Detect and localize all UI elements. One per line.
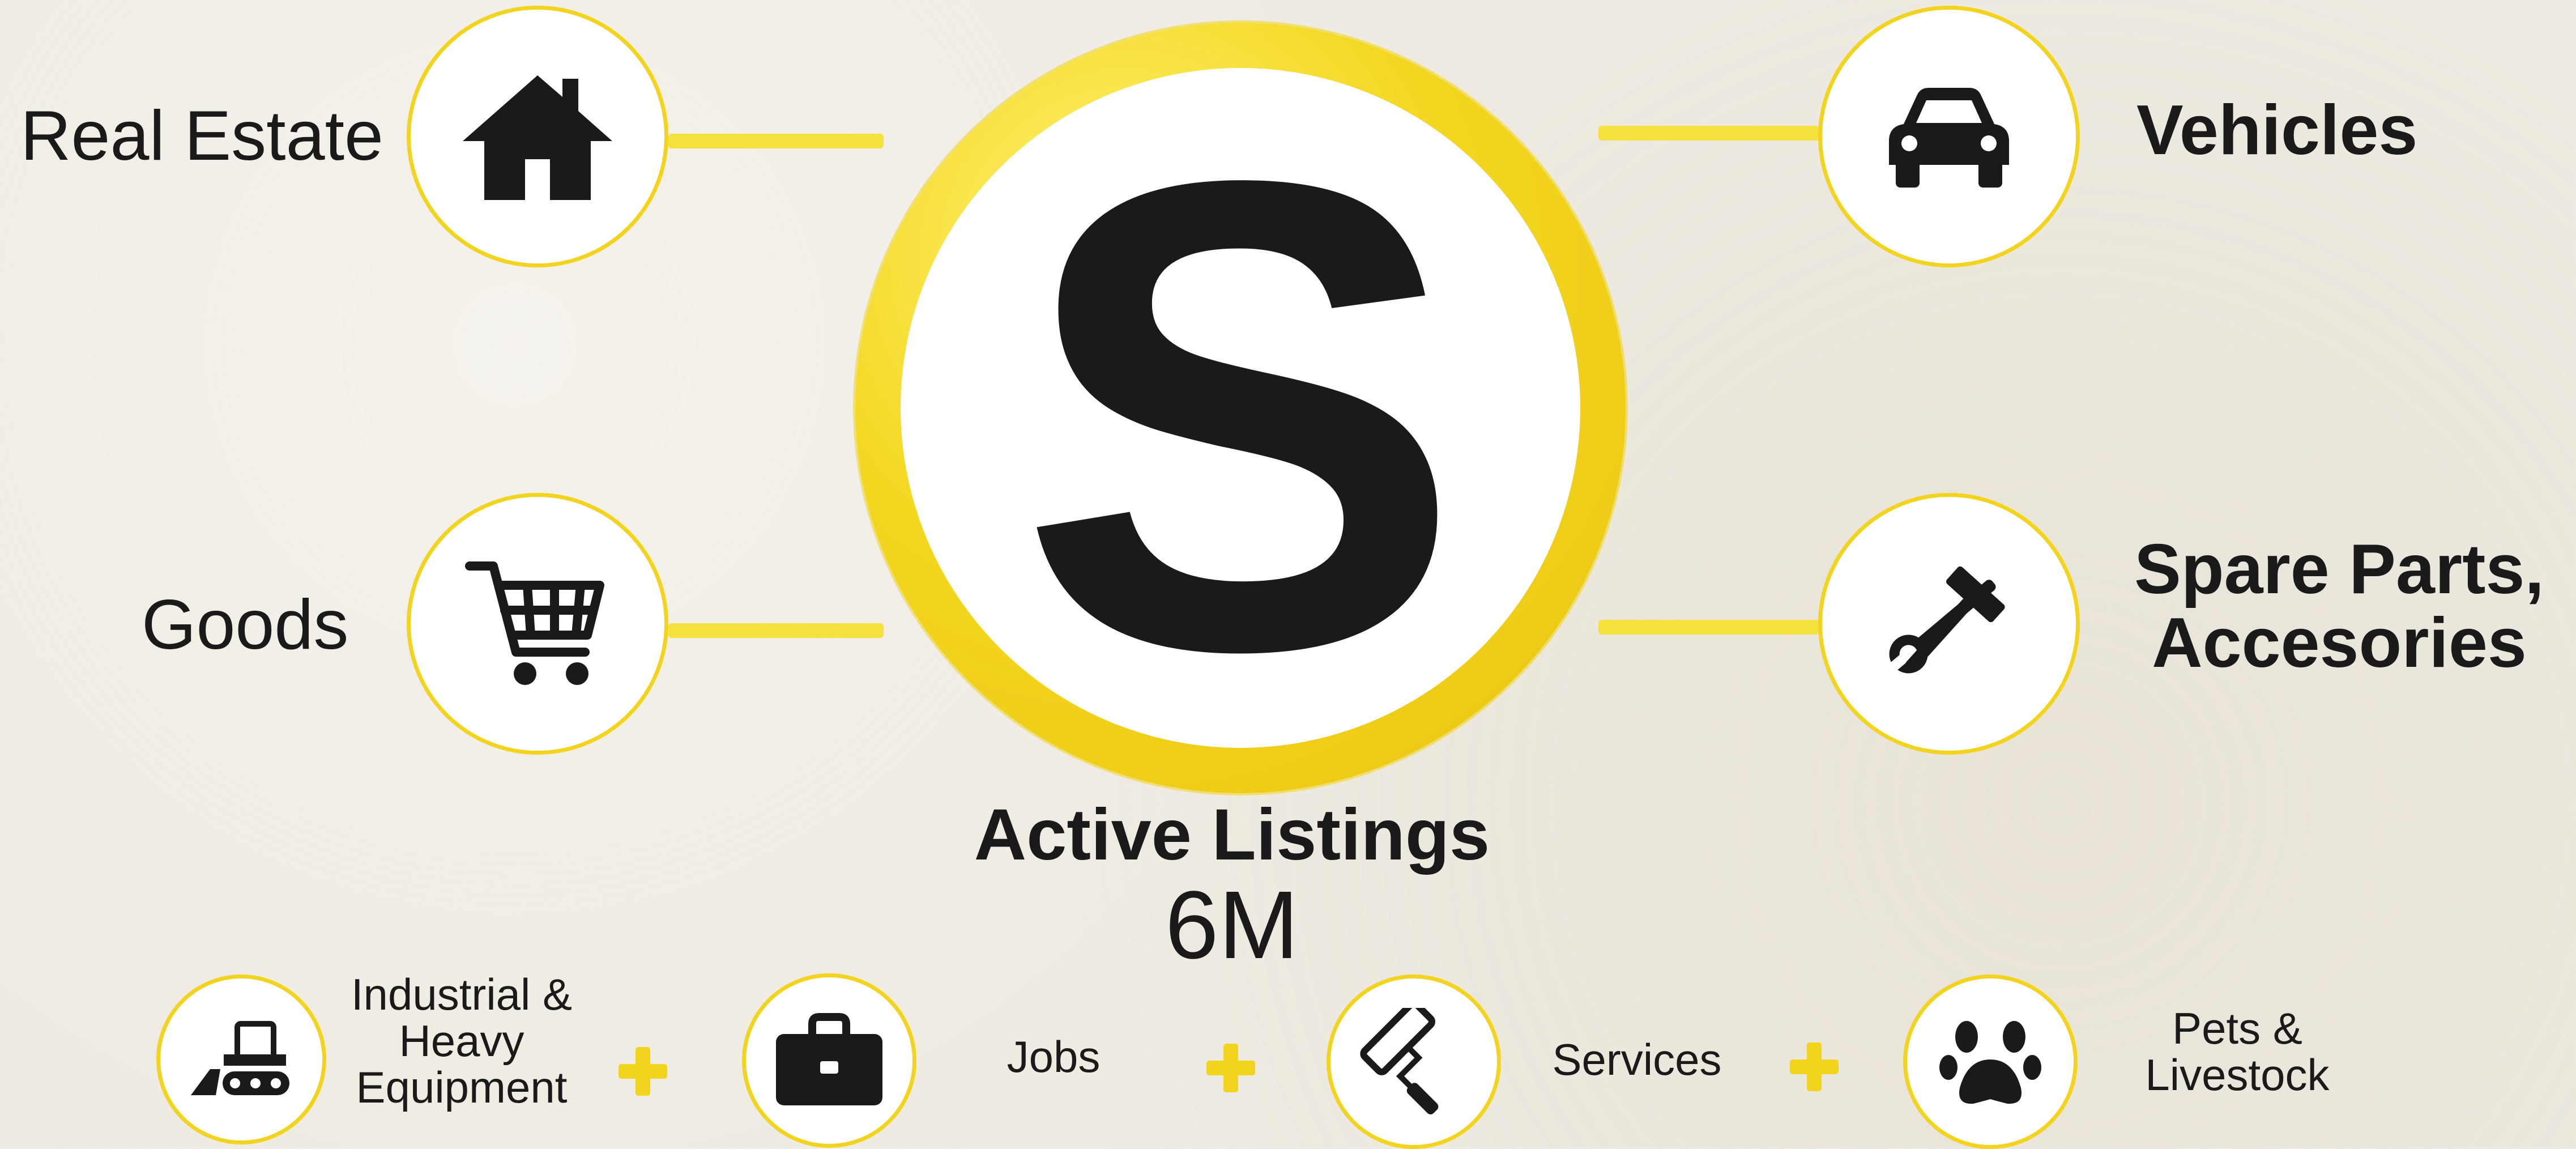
category-label-pets: Pets & Livestock bbox=[2096, 1003, 2379, 1100]
category-label-jobs: Jobs bbox=[1006, 1032, 1101, 1082]
pets-line2: Livestock bbox=[2145, 1049, 2330, 1100]
category-label-spare-parts: Spare Parts, Accesories bbox=[2118, 533, 2560, 680]
logo-letter: S bbox=[1017, 42, 1464, 789]
spare-parts-line2: Accesories bbox=[2152, 604, 2527, 683]
category-label-goods: Goods bbox=[142, 586, 349, 664]
category-vehicles[interactable] bbox=[1818, 6, 2080, 267]
pets-line1: Pets & bbox=[2172, 1003, 2302, 1053]
category-industrial[interactable] bbox=[156, 974, 326, 1144]
category-label-real-estate: Real Estate bbox=[20, 97, 384, 175]
spare-parts-line1: Spare Parts, bbox=[2134, 530, 2544, 608]
plus-separator-1 bbox=[619, 1047, 667, 1096]
category-services[interactable] bbox=[1327, 974, 1501, 1149]
category-pets[interactable] bbox=[1903, 974, 2078, 1149]
bulldozer-icon bbox=[191, 1021, 289, 1095]
industrial-line2: Heavy bbox=[399, 1015, 524, 1066]
category-jobs[interactable] bbox=[742, 973, 916, 1148]
connector-vehicles bbox=[1598, 126, 1819, 141]
paw-icon bbox=[1939, 1021, 2041, 1104]
logo-ring: S bbox=[855, 23, 1626, 793]
plus-separator-2 bbox=[1206, 1044, 1255, 1092]
shopping-cart-icon bbox=[465, 561, 604, 685]
logo-inner: S bbox=[901, 42, 1580, 789]
active-listings-value: 6M bbox=[1165, 871, 1299, 979]
plus-separator-3 bbox=[1790, 1042, 1839, 1091]
active-listings-title: Active Listings bbox=[974, 794, 1490, 875]
category-real-estate[interactable] bbox=[407, 6, 668, 267]
category-goods[interactable] bbox=[407, 493, 668, 755]
category-label-industrial: Industrial & Heavy Equipment bbox=[317, 969, 606, 1112]
category-label-services: Services bbox=[1552, 1035, 1722, 1084]
category-label-vehicles: Vehicles bbox=[2136, 91, 2418, 169]
paint-roller-icon bbox=[1360, 1008, 1439, 1114]
industrial-line3: Equipment bbox=[356, 1062, 568, 1112]
connector-spare-parts bbox=[1598, 620, 1819, 635]
briefcase-icon bbox=[776, 1013, 882, 1105]
connector-goods bbox=[668, 623, 884, 638]
car-icon bbox=[1889, 88, 2009, 188]
connector-real-estate bbox=[668, 134, 884, 148]
category-spare-parts[interactable] bbox=[1818, 493, 2080, 755]
house-icon bbox=[463, 75, 612, 200]
hammer-wrench-icon bbox=[1889, 566, 2005, 674]
industrial-line1: Industrial & bbox=[351, 969, 573, 1019]
